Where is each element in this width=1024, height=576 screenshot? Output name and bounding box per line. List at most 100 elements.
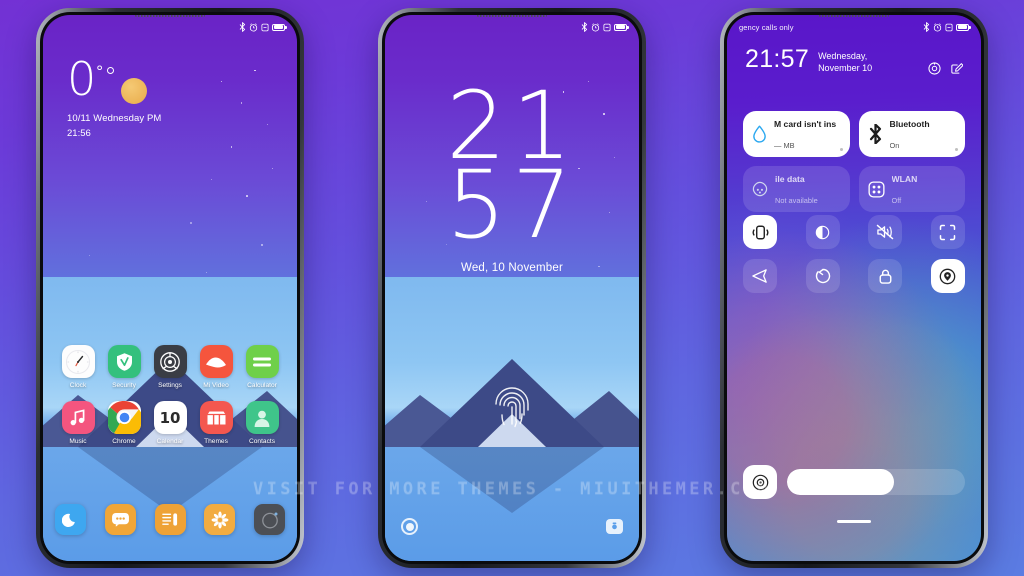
lockscreen-shortcuts	[401, 518, 623, 535]
themes-icon	[199, 401, 233, 434]
brightness-slider-fill	[787, 469, 894, 495]
lockscreen-clock: 21 57 Wed, 10 November	[385, 80, 639, 275]
moon-icon[interactable]	[55, 504, 86, 535]
app-mi-video[interactable]: Mi Video	[195, 345, 237, 389]
quick-settings-tiles: M card isn't ins — MB Bluetooth On ile d…	[743, 111, 965, 212]
shield-icon	[107, 345, 141, 378]
location-icon[interactable]	[930, 259, 965, 293]
status-bar: gency calls only	[727, 15, 981, 39]
phone-3-screen[interactable]: gency calls only 21:57 Wednesday, Novemb…	[727, 15, 981, 561]
mute-icon[interactable]	[868, 215, 903, 249]
home-indicator[interactable]	[837, 520, 871, 523]
airplane-icon[interactable]	[743, 259, 777, 293]
app-grid: Clock Security Settings Mi Video Calcula…	[43, 345, 297, 457]
bluetooth-icon	[923, 22, 930, 32]
tile-text: M card isn't ins — MB	[774, 113, 836, 155]
notes-icon[interactable]	[154, 504, 186, 535]
tile-bluetooth[interactable]: Bluetooth On	[858, 111, 965, 157]
emergency-calls-label: gency calls only	[739, 22, 794, 32]
status-bar	[385, 15, 639, 39]
dnd-icon	[945, 23, 953, 31]
control-center-header: 21:57 Wednesday, November 10	[745, 47, 963, 75]
dnd-icon	[261, 23, 269, 31]
toggles-row-1	[743, 215, 965, 249]
earpiece-speaker	[477, 15, 547, 17]
brightness-control	[743, 465, 965, 499]
app-label: Settings	[158, 382, 182, 389]
tile-expand-dot[interactable]	[955, 148, 958, 151]
app-label: Security	[112, 382, 136, 389]
app-contacts[interactable]: Contacts	[241, 401, 283, 445]
weather-temp-row: 0 °	[67, 56, 161, 104]
phone-2-screen[interactable]: 21 57 Wed, 10 November	[385, 15, 639, 561]
camera-icon[interactable]	[606, 519, 623, 534]
quick-toggles	[743, 215, 965, 303]
equals-icon	[245, 345, 279, 378]
weather-date: 10/11 Wednesday PM	[67, 113, 162, 124]
tile-text: Bluetooth On	[890, 113, 930, 155]
phone-1-screen[interactable]: 0 ° 10/11 Wednesday PM 21:56 Clock Secur…	[43, 15, 297, 561]
status-bar-icons	[239, 22, 287, 32]
camera-icon[interactable]	[254, 504, 285, 535]
flower-icon[interactable]	[204, 504, 236, 535]
tile-subtitle: — MB	[774, 141, 795, 150]
brightness-icon[interactable]	[805, 215, 840, 249]
app-row-2: Music Chrome 10 Calendar Themes Contacts	[57, 401, 283, 445]
status-bar-icons	[581, 22, 629, 32]
tile-wlan[interactable]: WLAN Off	[858, 166, 965, 212]
tile-subtitle: Not available	[775, 196, 818, 205]
weather-widget[interactable]: 0 ° 10/11 Wednesday PM 21:56	[67, 56, 162, 139]
wlan-grid-icon	[867, 180, 885, 198]
fingerprint-icon[interactable]	[493, 384, 531, 433]
phone-2-lock: 21 57 Wed, 10 November	[378, 8, 646, 568]
tile-title: WLAN	[891, 174, 918, 185]
flashlight-target-icon[interactable]	[743, 465, 777, 499]
clock-icon	[61, 345, 95, 378]
sync-icon[interactable]	[805, 259, 840, 293]
lockscreen-date: Wed, 10 November	[460, 262, 564, 275]
bluetooth-8-icon	[869, 124, 881, 144]
music-note-icon	[61, 401, 95, 434]
app-settings[interactable]: Settings	[149, 345, 191, 389]
degree-symbol: °	[96, 62, 104, 81]
lock-icon[interactable]	[868, 259, 903, 293]
record-circle-icon[interactable]	[401, 518, 418, 535]
tile-expand-dot[interactable]	[839, 148, 843, 151]
app-calculator[interactable]: Calculator	[241, 345, 283, 389]
app-chrome[interactable]: Chrome	[103, 401, 145, 445]
app-label: Mi Video	[203, 382, 229, 389]
messages-icon[interactable]	[104, 504, 136, 535]
app-music[interactable]: Music	[57, 401, 99, 445]
tile-title: ile data	[775, 174, 805, 185]
phone-1-bezel: 0 ° 10/11 Wednesday PM 21:56 Clock Secur…	[40, 12, 300, 564]
app-themes[interactable]: Themes	[195, 401, 237, 445]
tile-title: Bluetooth	[889, 119, 930, 130]
earpiece-speaker	[135, 15, 205, 17]
tile-data-usage[interactable]: M card isn't ins — MB	[743, 111, 850, 157]
phone-2-bezel: 21 57 Wed, 10 November	[382, 12, 642, 564]
auto-rotate-icon[interactable]	[743, 215, 777, 249]
tile-subtitle: On	[889, 141, 900, 150]
control-center-time: 21:57	[745, 45, 810, 73]
brightness-slider[interactable]	[787, 469, 965, 495]
app-security[interactable]: Security	[103, 345, 145, 389]
tile-mobile-data[interactable]: ile data Not available	[743, 166, 850, 212]
alarm-icon	[933, 22, 942, 32]
bluetooth-icon	[239, 22, 246, 32]
app-clock[interactable]: Clock	[57, 345, 99, 389]
bluetooth-icon	[581, 22, 588, 32]
app-label: Contacts	[248, 438, 276, 445]
app-label: Calculator	[247, 382, 277, 389]
phone-1-home: 0 ° 10/11 Wednesday PM 21:56 Clock Secur…	[36, 8, 304, 568]
screenshot-icon[interactable]	[930, 215, 965, 249]
video-icon	[199, 345, 233, 378]
status-bar-icons	[923, 22, 971, 32]
weather-time: 21:56	[67, 128, 91, 139]
app-calendar[interactable]: 10 Calendar	[149, 401, 191, 445]
water-drop-icon	[753, 125, 766, 143]
dock	[55, 504, 285, 535]
settings-gear-icon[interactable]	[928, 62, 941, 75]
app-row-1: Clock Security Settings Mi Video Calcula…	[57, 345, 283, 389]
alarm-icon	[591, 22, 600, 32]
edit-pencil-icon[interactable]	[950, 62, 963, 75]
